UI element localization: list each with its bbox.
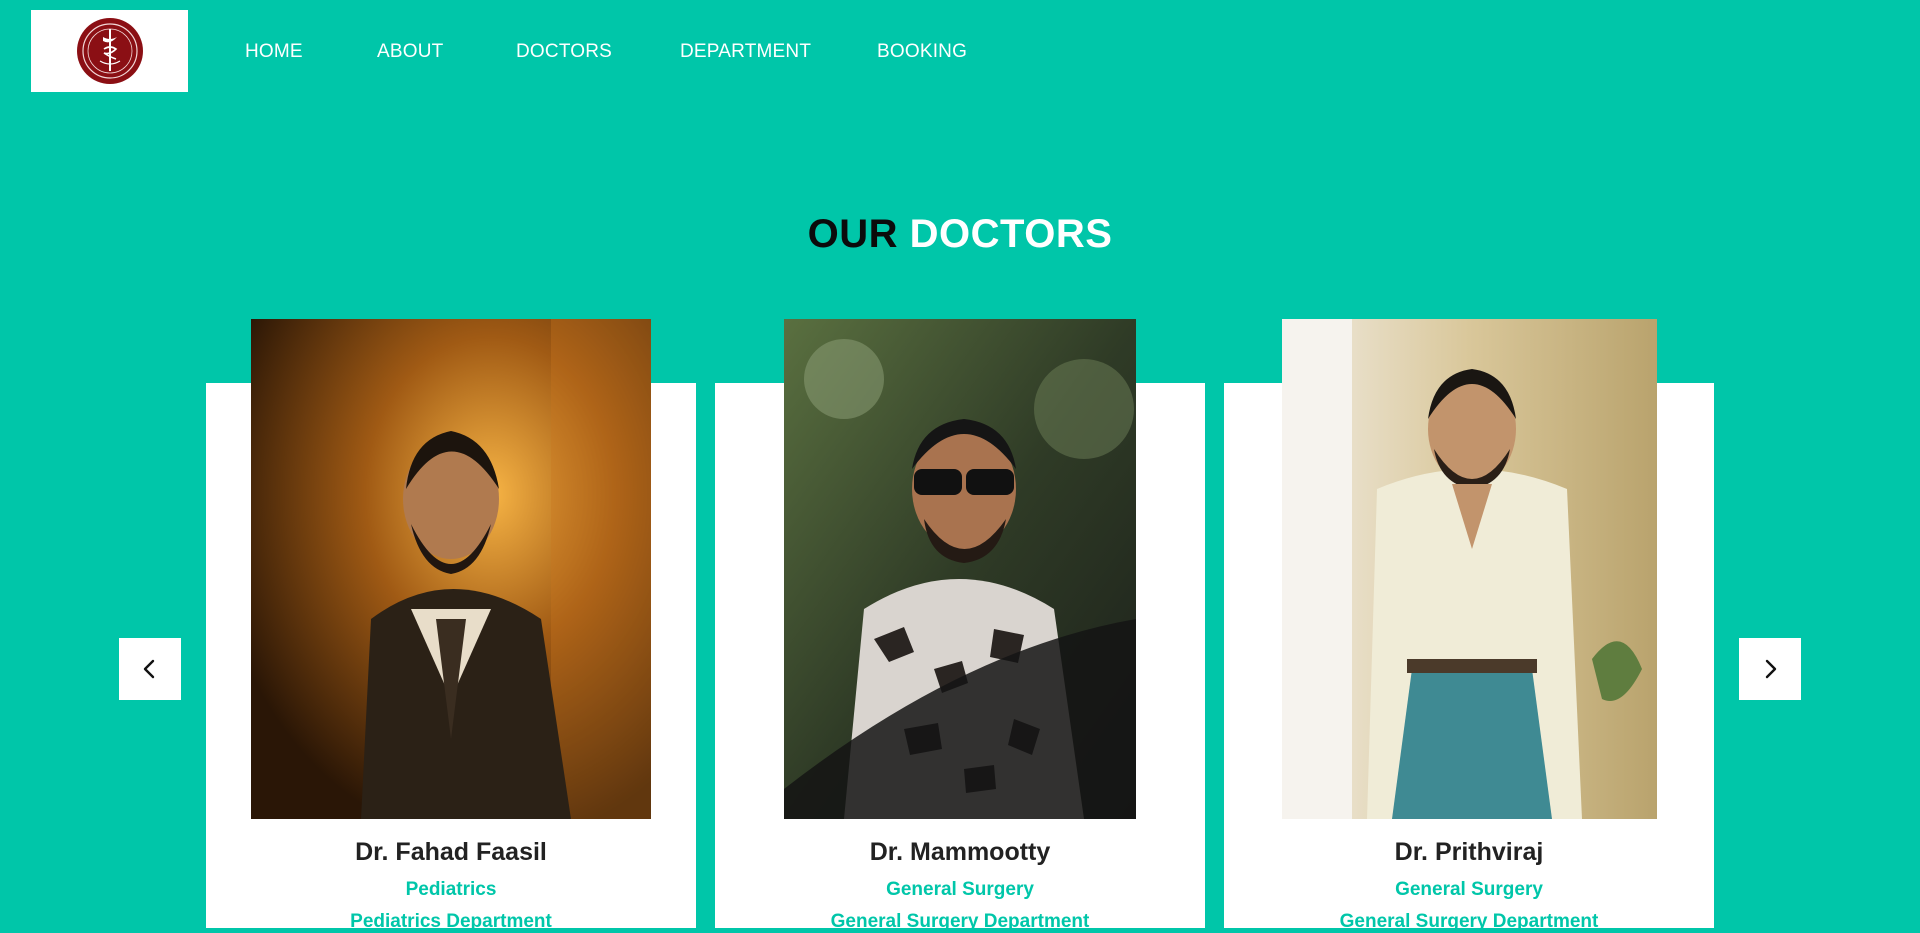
carousel-prev-button[interactable] [119,638,181,700]
doctor-specialty: Pediatrics [405,879,497,900]
doctor-specialty: General Surgery [1395,879,1543,900]
nav-booking[interactable]: BOOKING [877,41,967,63]
nav-about[interactable]: ABOUT [377,41,443,63]
doctor-name: Dr. Prithviraj [1394,838,1544,866]
nav-department[interactable]: DEPARTMENT [680,41,811,63]
chevron-left-icon [143,659,155,679]
hospital-emblem-icon [76,18,143,84]
doctor-name: Dr. Mammootty [869,838,1051,866]
doctor-photo [784,319,1136,819]
doctor-department: General Surgery Department [1339,911,1599,932]
carousel-next-button[interactable] [1739,638,1801,700]
doctor-department: Pediatrics Department [350,911,552,932]
logo[interactable] [31,10,188,92]
doctor-photo [1282,319,1657,819]
chevron-right-icon [1765,659,1777,679]
heading-part-our: OUR [807,212,898,256]
doctor-photo [251,319,651,819]
section-heading: OUR DOCTORS [0,212,1920,257]
nav-doctors[interactable]: DOCTORS [516,41,612,63]
doctor-specialty: General Surgery [886,879,1034,900]
doctor-department: General Surgery Department [830,911,1090,932]
heading-part-doctors: DOCTORS [909,212,1113,256]
doctor-name: Dr. Fahad Faasil [355,838,547,866]
nav-home[interactable]: HOME [245,41,303,63]
